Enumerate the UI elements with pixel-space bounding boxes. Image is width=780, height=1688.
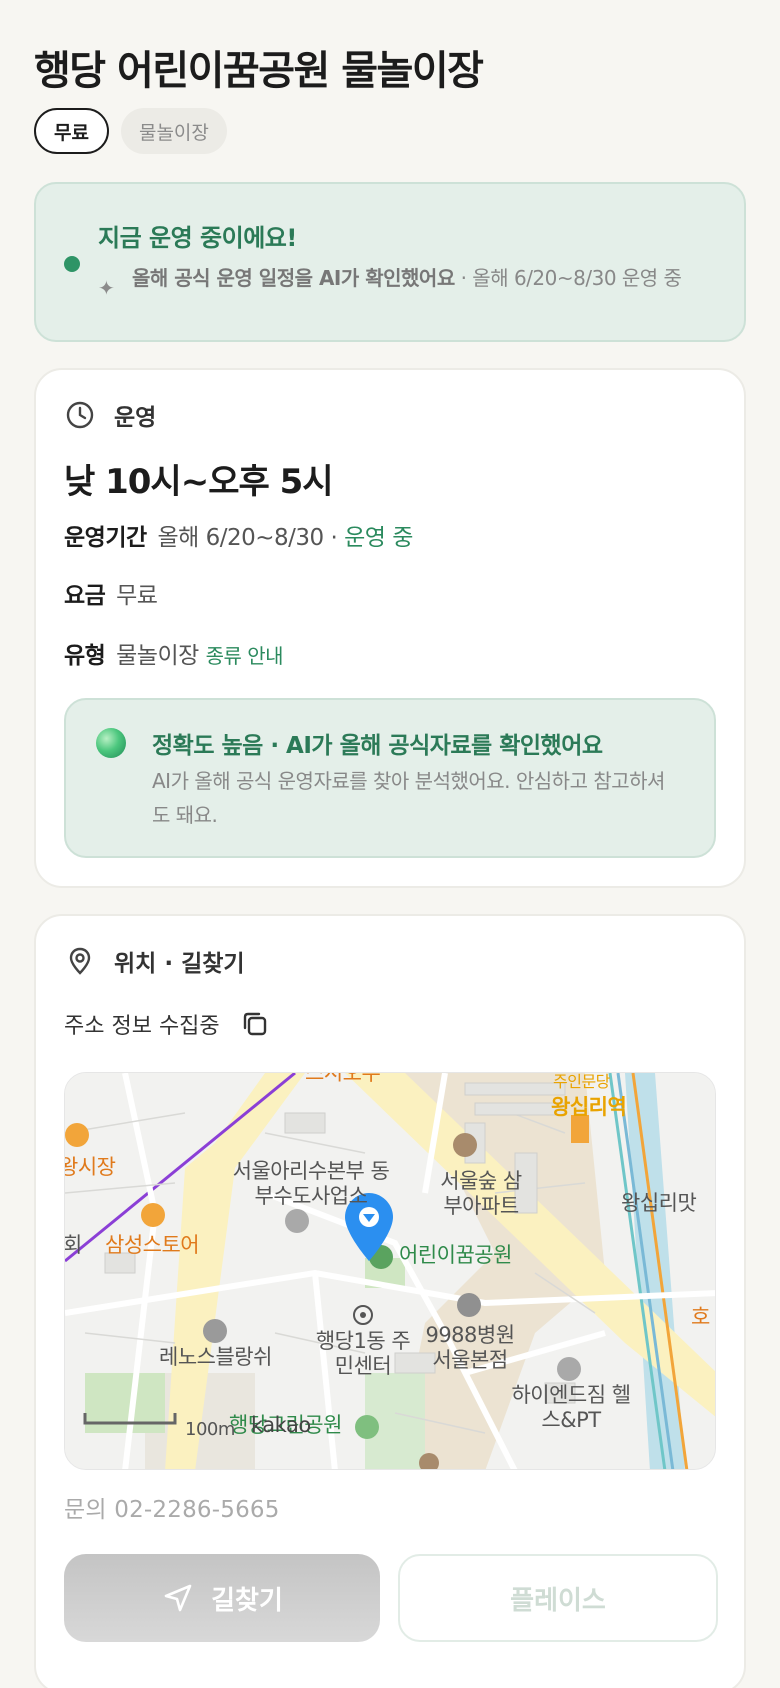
map-label-hoe: 회 bbox=[64, 1233, 82, 1257]
place-button-label: 플레이스 bbox=[510, 1585, 606, 1616]
map-brand-logo: kakao bbox=[251, 1413, 311, 1437]
navigation-arrow-icon bbox=[164, 1584, 192, 1612]
type-guide-link[interactable]: 종류 안내 bbox=[206, 644, 284, 668]
fee-row: 요금 무료 bbox=[64, 576, 158, 610]
operating-status-banner: 지금 운영 중이에요! ✦ 올해 공식 운영 일정을 AI가 확인했어요 · 올… bbox=[34, 182, 746, 342]
map-label-water-office: 서울아리수본부 동부수도사업소 bbox=[232, 1159, 390, 1208]
map-label-hospital: 9988병원 서울본점 bbox=[425, 1323, 515, 1372]
map-label-renos: 레노스블랑쉬 bbox=[159, 1345, 272, 1369]
address-text: 주소 정보 수집중 bbox=[64, 1014, 220, 1039]
copy-icon[interactable] bbox=[240, 1009, 270, 1039]
map-label-samsung: 삼성스토어 bbox=[105, 1233, 200, 1257]
address-row: 주소 정보 수집중 bbox=[64, 1008, 270, 1040]
accuracy-box: 정확도 높음 · AI가 올해 공식자료를 확인했어요 AI가 올해 공식 운영… bbox=[64, 698, 716, 858]
directions-button-label: 길찾기 bbox=[211, 1585, 283, 1616]
operation-card: 운영 낮 10시~오후 5시 운영기간 올해 6/20~8/30 · 운영 중 … bbox=[34, 368, 746, 888]
type-label: 유형 bbox=[64, 643, 106, 669]
sparkle-icon: ✦ bbox=[98, 276, 115, 300]
location-section-label: 위치 · 길찾기 bbox=[114, 951, 245, 977]
map-label-forest: 서울숲 삼부아파트 bbox=[440, 1169, 522, 1218]
map-label-top-road: 스시오우 bbox=[305, 1072, 381, 1085]
place-button[interactable]: 플레이스 bbox=[398, 1554, 718, 1642]
ai-note-bold: 올해 공식 운영 일정을 AI가 확인했어요 bbox=[132, 266, 455, 290]
map-scale-label: 100m bbox=[185, 1419, 235, 1440]
operation-section-label: 운영 bbox=[114, 405, 157, 431]
fee-value: 무료 bbox=[116, 583, 158, 609]
map-label-market: 왕시장 bbox=[64, 1155, 116, 1179]
map-label-station-exit: 주인문당 bbox=[553, 1072, 610, 1091]
period-row: 운영기간 올해 6/20~8/30 · 운영 중 bbox=[64, 518, 413, 552]
accuracy-orb-icon bbox=[96, 728, 126, 758]
operating-hours: 낮 10시~오후 5시 bbox=[64, 462, 334, 502]
operation-section-header: 운영 bbox=[64, 398, 156, 432]
map-label-park: 어린이꿈공원 bbox=[399, 1243, 512, 1267]
type-row: 유형 물놀이장 종류 안내 bbox=[64, 636, 284, 670]
period-label: 운영기간 bbox=[64, 525, 147, 551]
fee-chip[interactable]: 무료 bbox=[34, 108, 109, 154]
type-chip[interactable]: 물놀이장 bbox=[120, 108, 227, 154]
status-dot-icon bbox=[64, 256, 80, 272]
period-value: 올해 6/20~8/30 · bbox=[157, 525, 345, 551]
map-label-gym: 하이엔드짐 헬스&PT bbox=[511, 1383, 631, 1432]
location-card: 위치 · 길찾기 주소 정보 수집중 왕시장 서울아리수본부 동부수도사업소 서… bbox=[34, 914, 746, 1688]
period-status: 운영 중 bbox=[344, 525, 413, 551]
map-label-station: 왕십리역 bbox=[551, 1095, 627, 1119]
fee-label: 요금 bbox=[64, 583, 106, 609]
directions-button[interactable]: 길찾기 bbox=[64, 1554, 380, 1642]
place-title: 행당 어린이꿈공원 물놀이장 bbox=[34, 48, 484, 94]
accuracy-title: 정확도 높음 · AI가 올해 공식자료를 확인했어요 bbox=[152, 733, 603, 759]
map-label-community-center: 행당1동 주민센터 bbox=[315, 1329, 411, 1378]
location-pin-icon bbox=[69, 947, 91, 975]
clock-icon bbox=[66, 401, 94, 429]
location-section-header: 위치 · 길찾기 bbox=[64, 944, 245, 978]
contact-phone[interactable]: 문의 02-2286-5665 bbox=[64, 1490, 280, 1524]
location-map[interactable]: 왕시장 서울아리수본부 동부수도사업소 서울숲 삼부아파트 주인문당 왕십리역 … bbox=[64, 1072, 716, 1470]
status-headline: 지금 운영 중이에요! bbox=[98, 224, 297, 252]
tag-chips: 무료 물놀이장 bbox=[34, 108, 227, 154]
map-label-ho: 호 bbox=[691, 1305, 710, 1329]
map-label-wangsimni: 왕십리맛 bbox=[621, 1191, 697, 1215]
accuracy-description: AI가 올해 공식 운영자료를 찾아 분석했어요. 안심하고 참고하셔도 돼요. bbox=[152, 769, 665, 827]
ai-note-rest: · 올해 6/20~8/30 운영 중 bbox=[454, 266, 682, 290]
status-ai-note: 올해 공식 운영 일정을 AI가 확인했어요 · 올해 6/20~8/30 운영… bbox=[132, 264, 732, 292]
type-value: 물놀이장 bbox=[116, 643, 199, 669]
